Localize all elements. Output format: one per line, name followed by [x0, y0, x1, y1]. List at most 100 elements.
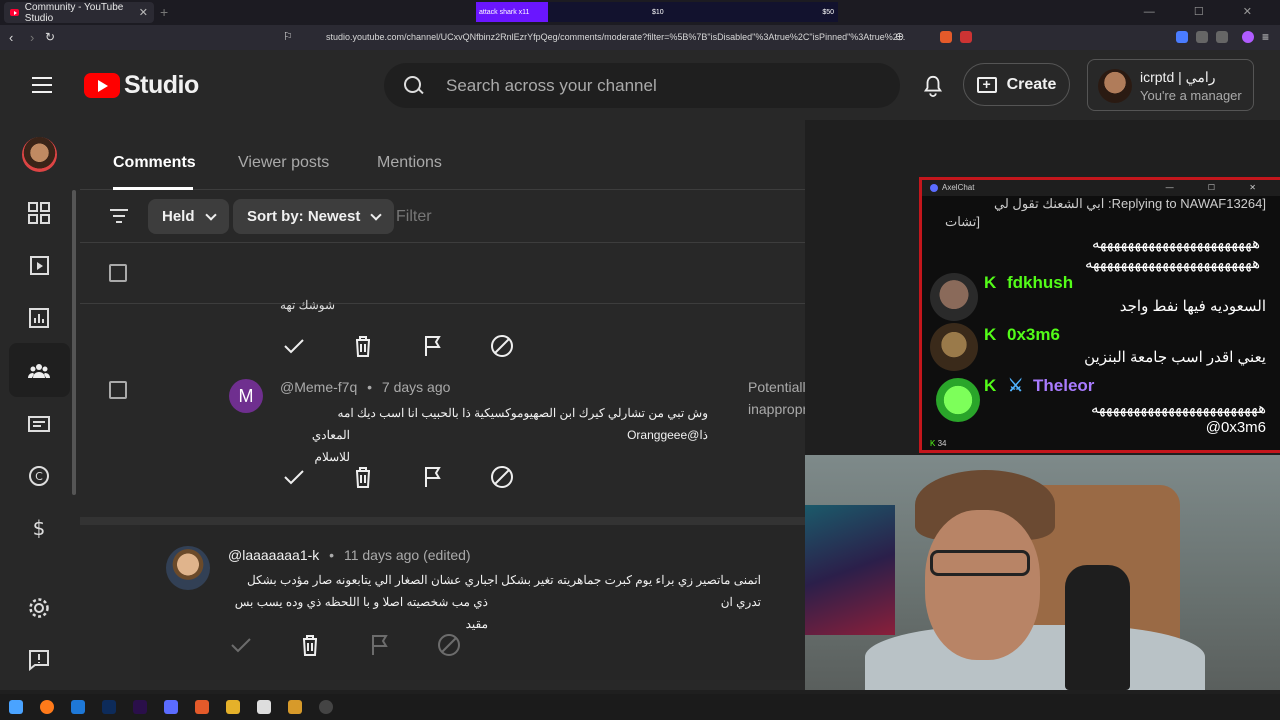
- select-all-checkbox[interactable]: [109, 264, 127, 282]
- report-flag-icon[interactable]: [421, 465, 445, 489]
- earn-icon[interactable]: $: [28, 517, 50, 539]
- axelchat-taskbar-icon[interactable]: [164, 700, 178, 714]
- search-input[interactable]: Search across your channel: [384, 63, 900, 108]
- reply-avatar[interactable]: [166, 546, 210, 590]
- comment-meta: @Meme-f7q • 7 days ago: [280, 379, 451, 395]
- chat-window-controls[interactable]: — ☐ ✕: [1166, 180, 1272, 196]
- profile-icon[interactable]: [1242, 31, 1254, 43]
- commenter-avatar[interactable]: M: [229, 379, 263, 413]
- kick-badge-icon: K: [984, 273, 997, 292]
- extension-icon[interactable]: [960, 31, 972, 43]
- reply-text-line2: ذي مب شخصيته اصلا و با اللحظه ذي وده يسب…: [234, 595, 488, 631]
- report-flag-icon[interactable]: [368, 633, 392, 657]
- chat-message-text: السعوديه فيها نفط واجد: [1119, 298, 1266, 315]
- subtitles-icon[interactable]: [28, 413, 50, 435]
- browser-tab-title: Community - YouTube Studio: [24, 1, 124, 24]
- section-divider: [80, 517, 805, 525]
- account-switcher[interactable]: icrptd | رامي You're a manager: [1087, 59, 1254, 111]
- sword-badge-icon: ⚔: [1008, 376, 1024, 395]
- community-icon[interactable]: [28, 360, 50, 382]
- analytics-icon[interactable]: [28, 307, 50, 329]
- url-field[interactable]: studio.youtube.com/channel/UCxvQNfbinz2R…: [300, 29, 980, 46]
- browser-tab[interactable]: Community - YouTube Studio ✕: [4, 1, 154, 24]
- tabs-bar: Comments Viewer posts Mentions: [80, 120, 805, 190]
- content-icon[interactable]: [28, 254, 50, 276]
- extension-icon[interactable]: [1196, 31, 1208, 43]
- comment-text-partial: شوشك تهه: [280, 298, 336, 312]
- hide-user-icon[interactable]: [490, 334, 514, 358]
- outlook-icon[interactable]: [71, 700, 85, 714]
- forward-icon[interactable]: ›: [30, 30, 34, 45]
- chat-username: 0x3m6: [1007, 325, 1060, 344]
- report-flag-icon[interactable]: [421, 334, 445, 358]
- approve-check-icon[interactable]: [282, 334, 306, 358]
- webcam-feed: [805, 455, 1280, 690]
- brave-icon[interactable]: [195, 700, 209, 714]
- chat-username: fdkhush: [1007, 273, 1074, 292]
- reply-handle[interactable]: @laaaaaaa1-k: [228, 547, 319, 563]
- chat-message-text: هههههههههههههههههههههههه: [1091, 235, 1260, 252]
- streamer-head: [925, 510, 1040, 660]
- file-explorer-icon[interactable]: [226, 700, 240, 714]
- settings-gear-icon[interactable]: [28, 597, 50, 619]
- app-icon[interactable]: [288, 700, 302, 714]
- new-tab-button[interactable]: +: [160, 4, 168, 20]
- approve-check-icon[interactable]: [229, 633, 253, 657]
- approve-check-icon[interactable]: [282, 465, 306, 489]
- sort-dropdown[interactable]: Sort by: Newest: [233, 199, 395, 234]
- zoom-icon[interactable]: ⊕: [895, 30, 904, 43]
- hamburger-menu-icon[interactable]: [32, 77, 52, 93]
- menu-icon[interactable]: ≡: [1262, 30, 1269, 44]
- viewer-count-value: 34: [937, 439, 947, 448]
- held-filter-chip[interactable]: Held: [148, 199, 229, 234]
- reply-time: 11 days ago (edited): [343, 547, 471, 563]
- windows-taskbar: [0, 694, 1280, 720]
- extension-icon[interactable]: [1216, 31, 1228, 43]
- held-filter-label: Held: [162, 208, 195, 225]
- tab-mentions[interactable]: Mentions: [377, 154, 442, 172]
- comment-checkbox[interactable]: [109, 381, 127, 399]
- copyright-icon[interactable]: C: [28, 465, 50, 487]
- commenter-handle[interactable]: @Meme-f7q: [280, 379, 357, 395]
- bookmark-icon[interactable]: ⚐: [283, 30, 293, 43]
- app-icon[interactable]: [257, 700, 271, 714]
- filter-icon[interactable]: [110, 209, 128, 223]
- reload-icon[interactable]: ↻: [45, 30, 55, 44]
- hide-user-icon[interactable]: [490, 465, 514, 489]
- chat-avatar: [936, 378, 980, 422]
- tab-comments[interactable]: Comments: [113, 154, 196, 172]
- studio-logo[interactable]: Studio: [84, 71, 199, 100]
- dashboard-icon[interactable]: [28, 202, 50, 224]
- kick-badge-icon: K: [984, 325, 997, 344]
- brave-shield-icon[interactable]: [940, 31, 952, 43]
- account-name: icrptd | رامي: [1140, 69, 1216, 85]
- hide-user-icon[interactable]: [437, 633, 461, 657]
- create-button[interactable]: + Create: [963, 63, 1070, 106]
- nav-scrollbar[interactable]: [72, 190, 76, 495]
- axelchat-overlay: AxelChat — ☐ ✕ [Replying to NAWAF13264: …: [919, 177, 1280, 453]
- firefox-icon[interactable]: [40, 700, 54, 714]
- chat-app-title: AxelChat: [942, 183, 975, 192]
- back-icon[interactable]: ‹: [9, 30, 13, 45]
- photoshop-icon[interactable]: [102, 700, 116, 714]
- delete-trash-icon[interactable]: [298, 633, 322, 657]
- premiere-icon[interactable]: [133, 700, 147, 714]
- delete-trash-icon[interactable]: [351, 465, 375, 489]
- filter-input[interactable]: Filter: [396, 208, 432, 226]
- obs-icon[interactable]: [319, 700, 333, 714]
- send-feedback-icon[interactable]: [28, 649, 50, 671]
- channel-avatar[interactable]: [22, 137, 57, 172]
- tab-viewer-posts[interactable]: Viewer posts: [238, 154, 329, 172]
- windows-start-icon[interactable]: [9, 700, 23, 714]
- delete-trash-icon[interactable]: [351, 334, 375, 358]
- donation-mid-label: $10: [652, 8, 664, 16]
- close-tab-icon[interactable]: ✕: [139, 6, 148, 19]
- svg-text:$: $: [33, 517, 46, 539]
- youtube-logo-icon: [84, 73, 120, 98]
- notifications-bell-icon[interactable]: [922, 74, 944, 98]
- account-avatar: [1098, 69, 1132, 103]
- extension-icon[interactable]: [1176, 31, 1188, 43]
- youtube-favicon-icon: [10, 9, 19, 16]
- window-controls[interactable]: — ☐ ✕: [1144, 5, 1270, 18]
- filter-bar: Held Sort by: Newest Filter: [80, 191, 805, 243]
